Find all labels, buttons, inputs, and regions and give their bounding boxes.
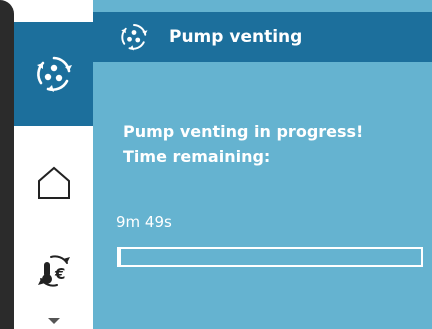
sidebar-item-home[interactable] xyxy=(14,145,93,220)
sidebar-scroll-down[interactable] xyxy=(14,312,93,329)
page-title: Pump venting xyxy=(169,27,303,47)
pump-display: € Pump venting Pump venting in progress!… xyxy=(0,0,432,329)
device-bezel xyxy=(0,0,14,329)
thermometer-euro-icon: € xyxy=(37,254,70,287)
status-line-time-label: Time remaining: xyxy=(123,147,271,166)
main-panel: Pump venting Pump venting in progress! T… xyxy=(93,0,432,329)
sidebar: € xyxy=(14,0,93,329)
pump-venting-icon xyxy=(36,56,72,92)
status-line-progress: Pump venting in progress! xyxy=(123,122,364,141)
home-icon xyxy=(37,166,70,199)
venting-progress-fill xyxy=(119,249,121,265)
chevron-down-icon xyxy=(47,317,60,324)
time-remaining-value: 9m 49s xyxy=(116,213,172,231)
venting-progress-bar xyxy=(117,247,423,267)
sidebar-item-pump-venting[interactable] xyxy=(14,22,93,126)
status-message: Pump venting in progress! Time remaining… xyxy=(123,119,423,169)
pump-venting-icon xyxy=(121,24,148,51)
sidebar-item-thermometer-euro[interactable]: € xyxy=(14,238,93,303)
svg-text:€: € xyxy=(54,265,65,283)
page-header: Pump venting xyxy=(93,12,432,62)
